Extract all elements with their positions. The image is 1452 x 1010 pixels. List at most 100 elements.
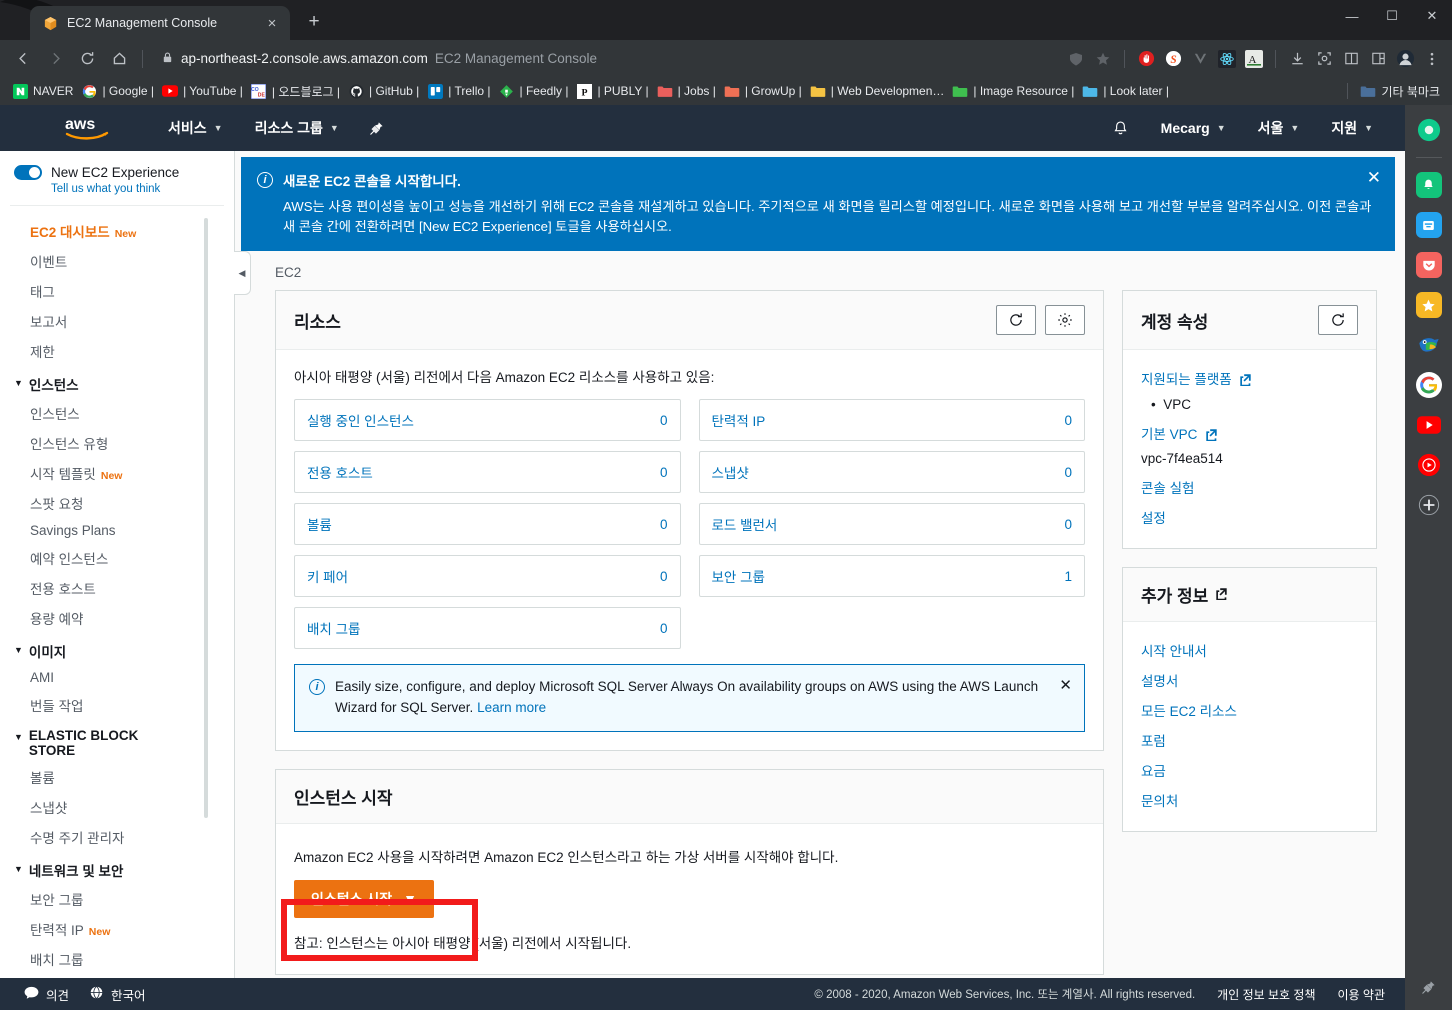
resource-elastic-ips[interactable]: 탄력적 IP 0 <box>698 399 1085 442</box>
resource-snapshots[interactable]: 스냅샷 0 <box>698 451 1085 494</box>
sidebar-item-bundle-tasks[interactable]: 번들 작업 <box>0 690 234 720</box>
nav-support-menu[interactable]: 지원 ▼ <box>1315 105 1389 151</box>
resource-label[interactable]: 보안 그룹 <box>712 566 765 586</box>
add-icon[interactable] <box>1416 492 1442 518</box>
bookmark-item[interactable]: | Image Resource | <box>948 80 1078 102</box>
bookmark-item[interactable]: P | PUBLY | <box>572 80 652 102</box>
window-close-button[interactable]: ✕ <box>1412 0 1452 32</box>
sidebar-group-elastic-block-store[interactable]: ▼ ELASTIC BLOCK STORE <box>0 720 234 762</box>
stylus-icon[interactable]: S <box>1161 47 1185 71</box>
browser-tab[interactable]: EC2 Management Console × <box>30 6 290 40</box>
sidebar-item-tags[interactable]: 태그 <box>0 276 234 306</box>
sidebar-group-instances[interactable]: ▼ 인스턴스 <box>0 366 234 398</box>
resource-label[interactable]: 탄력적 IP <box>712 410 766 430</box>
pocket-icon[interactable] <box>1415 252 1442 278</box>
sidebar-item-instance-types[interactable]: 인스턴스 유형 <box>0 428 234 458</box>
resource-label[interactable]: 볼륨 <box>307 514 332 534</box>
default-vpc-link[interactable]: 기본 VPC <box>1141 418 1358 449</box>
youtube-icon[interactable] <box>1416 412 1442 438</box>
sidebar-item-capacity-reservations[interactable]: 용량 예약 <box>0 603 234 633</box>
profile-avatar-icon[interactable] <box>1393 47 1417 71</box>
bookmark-item[interactable]: | YouTube | <box>158 80 247 102</box>
sidebar-item-instances[interactable]: 인스턴스 <box>0 398 234 428</box>
vimium-icon[interactable] <box>1188 47 1212 71</box>
resource-label[interactable]: 배치 그룹 <box>307 618 360 638</box>
banner-close-icon[interactable]: ✕ <box>1367 168 1381 188</box>
window-minimize-button[interactable]: — <box>1332 0 1372 32</box>
sidebar-scrollbar[interactable] <box>204 218 208 818</box>
documentation-link[interactable]: 설명서 <box>1141 665 1358 695</box>
google-icon[interactable] <box>1415 372 1442 398</box>
back-icon[interactable] <box>8 44 38 74</box>
notifications-bell-icon[interactable] <box>1096 105 1145 151</box>
window-maximize-button[interactable]: ☐ <box>1372 0 1412 32</box>
star-icon[interactable] <box>1091 47 1115 71</box>
menu-kebab-icon[interactable] <box>1420 47 1444 71</box>
translate-icon[interactable]: A <box>1242 47 1266 71</box>
supported-platforms-link[interactable]: 지원되는 플랫폼 <box>1141 363 1358 394</box>
nav-region-menu[interactable]: 서울 ▼ <box>1242 105 1316 151</box>
sidebar-item-reserved-instances[interactable]: 예약 인스턴스 <box>0 543 234 573</box>
settings-link[interactable]: 설정 <box>1141 502 1358 532</box>
aws-logo[interactable]: aws <box>64 114 110 142</box>
pocket-box-icon[interactable] <box>1415 212 1442 238</box>
reload-icon[interactable] <box>72 44 102 74</box>
privacy-policy-link[interactable]: 개인 정보 보호 정책 <box>1217 986 1315 1003</box>
resource-label[interactable]: 로드 밸런서 <box>712 514 778 534</box>
new-experience-toggle[interactable] <box>14 165 42 180</box>
gear-icon[interactable] <box>1045 305 1085 336</box>
resource-volumes[interactable]: 볼륨 0 <box>294 503 681 546</box>
address-bar[interactable]: ap-northeast-2.console.aws.amazon.com EC… <box>151 45 1062 73</box>
sidebar-item-reports[interactable]: 보고서 <box>0 306 234 336</box>
sidebar-item-savings-plans[interactable]: Savings Plans <box>0 518 234 543</box>
language-selector[interactable]: 한국어 <box>79 985 156 1004</box>
resource-label[interactable]: 전용 호스트 <box>307 462 373 482</box>
pricing-link[interactable]: 요금 <box>1141 755 1358 785</box>
bookmark-item[interactable]: NAVER <box>8 80 77 102</box>
refresh-icon[interactable] <box>996 305 1036 336</box>
sidebar-item-placement-groups[interactable]: 배치 그룹 <box>0 944 234 974</box>
youtube-play-icon[interactable] <box>1416 452 1442 478</box>
sidebar-item-dedicated-hosts[interactable]: 전용 호스트 <box>0 573 234 603</box>
resource-security-groups[interactable]: 보안 그룹 1 <box>698 555 1085 598</box>
contact-us-link[interactable]: 문의처 <box>1141 785 1358 815</box>
bookmark-item[interactable]: | Web Developmen… <box>806 80 949 102</box>
sidebar-item-ami[interactable]: AMI <box>0 665 234 690</box>
getting-started-guide-link[interactable]: 시작 안내서 <box>1141 635 1358 665</box>
bookmark-item[interactable]: | Feedly | <box>495 80 573 102</box>
sidebar-item-lifecycle-manager[interactable]: 수명 주기 관리자 <box>0 822 234 852</box>
sidebar-item-snapshots[interactable]: 스냅샷 <box>0 792 234 822</box>
bird-icon[interactable] <box>1416 332 1442 358</box>
bookmark-item[interactable]: CO DE | 오드블로그 | <box>247 80 344 102</box>
resource-key-pairs[interactable]: 키 페어 0 <box>294 555 681 598</box>
info-box-close-icon[interactable]: ✕ <box>1059 676 1072 694</box>
bookmark-other-folder[interactable]: 기타 북마크 <box>1356 80 1444 102</box>
star-favorites-icon[interactable] <box>1415 292 1442 318</box>
new-experience-feedback-link[interactable]: Tell us what you think <box>51 183 220 195</box>
bookmark-item[interactable]: | Look later | <box>1078 80 1173 102</box>
reader-view-icon[interactable] <box>1339 47 1363 71</box>
sidebery-icon[interactable] <box>1416 117 1442 143</box>
bookmark-item[interactable]: | GrowUp | <box>720 80 806 102</box>
sidebar-item-security-groups[interactable]: 보안 그룹 <box>0 884 234 914</box>
sidebar-item-volumes[interactable]: 볼륨 <box>0 762 234 792</box>
sidebar-item-spot-requests[interactable]: 스팟 요청 <box>0 488 234 518</box>
bookmark-item[interactable]: | Trello | <box>423 80 494 102</box>
sidebar-item-ec2-dashboard[interactable]: EC2 대시보드 New <box>0 216 234 246</box>
tab-close-icon[interactable]: × <box>262 13 282 33</box>
breadcrumb[interactable]: EC2 <box>235 251 1405 291</box>
pushpin-icon[interactable] <box>355 121 398 136</box>
notification-bell-icon[interactable] <box>1415 172 1442 198</box>
all-ec2-resources-link[interactable]: 모든 EC2 리소스 <box>1141 695 1358 725</box>
react-devtools-icon[interactable] <box>1215 47 1239 71</box>
sidebar-item-limits[interactable]: 제한 <box>0 336 234 366</box>
feedback-button[interactable]: 의견 <box>14 985 79 1004</box>
pin-rail-icon[interactable] <box>1416 974 1442 1000</box>
refresh-icon[interactable] <box>1318 305 1358 336</box>
home-icon[interactable] <box>104 44 134 74</box>
resource-label[interactable]: 실행 중인 인스턴스 <box>307 410 414 430</box>
resource-load-balancers[interactable]: 로드 밸런서 0 <box>698 503 1085 546</box>
bookmark-item[interactable]: | Google | <box>77 80 158 102</box>
screenshot-icon[interactable] <box>1312 47 1336 71</box>
sidebar-item-elastic-ips[interactable]: 탄력적 IP New <box>0 914 234 944</box>
